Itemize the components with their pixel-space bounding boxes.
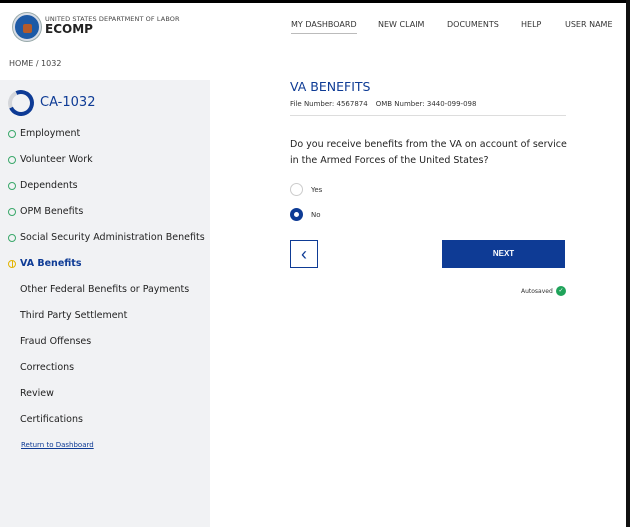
chevron-left-icon: ‹ <box>301 244 307 264</box>
sidebar <box>0 80 210 527</box>
check-circle-icon <box>8 130 16 138</box>
nav-user-name[interactable]: USER NAME <box>565 20 613 29</box>
check-circle-icon <box>8 234 16 242</box>
autosave-status: Autosaved <box>521 288 553 295</box>
sidebar-item-ssa-benefits[interactable]: Social Security Administration Benefits <box>20 232 205 243</box>
window-top-border <box>0 0 630 3</box>
dol-seal-logo[interactable] <box>13 13 41 41</box>
nav-documents[interactable]: DOCUMENTS <box>447 20 499 29</box>
sidebar-item-opm-benefits[interactable]: OPM Benefits <box>20 206 83 217</box>
back-button[interactable]: ‹ <box>290 240 318 268</box>
check-circle-icon <box>8 156 16 164</box>
sidebar-item-certifications[interactable]: Certifications <box>20 414 83 425</box>
nav-new-claim[interactable]: NEW CLAIM <box>378 20 424 29</box>
warning-circle-icon <box>8 260 16 268</box>
breadcrumb: HOME / 1032 <box>9 59 62 68</box>
claim-id: CA-1032 <box>40 95 96 110</box>
sidebar-item-dependents[interactable]: Dependents <box>20 180 78 191</box>
window-right-border <box>626 0 630 527</box>
page-title: VA BENEFITS <box>290 79 371 94</box>
sidebar-item-va-benefits[interactable]: VA Benefits <box>20 258 82 269</box>
radio-yes-label[interactable]: Yes <box>311 186 322 194</box>
check-circle-icon <box>8 208 16 216</box>
sidebar-item-employment[interactable]: Employment <box>20 128 80 139</box>
question-text: Do you receive benefits from the VA on a… <box>290 139 567 166</box>
sidebar-item-third-party-settlement[interactable]: Third Party Settlement <box>20 310 127 321</box>
radio-no[interactable] <box>290 208 303 221</box>
radio-no-label[interactable]: No <box>311 211 321 219</box>
nav-help[interactable]: HELP <box>521 20 541 29</box>
form-meta: File Number: 4567874 OMB Number: 3440-099… <box>290 100 484 108</box>
sidebar-item-review[interactable]: Review <box>20 388 54 399</box>
return-to-dashboard-link[interactable]: Return to Dashboard <box>21 441 94 449</box>
nav-my-dashboard[interactable]: MY DASHBOARD <box>291 20 357 34</box>
sidebar-item-corrections[interactable]: Corrections <box>20 362 74 373</box>
next-button[interactable]: NEXT <box>442 240 565 268</box>
sidebar-item-fraud-offenses[interactable]: Fraud Offenses <box>20 336 91 347</box>
file-number: File Number: 4567874 <box>290 100 368 108</box>
sidebar-item-volunteer-work[interactable]: Volunteer Work <box>20 154 93 165</box>
divider <box>290 115 566 116</box>
app-name: ECOMP <box>45 22 93 36</box>
check-circle-icon <box>8 182 16 190</box>
check-circle-icon: ✓ <box>556 286 566 296</box>
omb-number: OMB Number: 3440-099-098 <box>375 100 477 108</box>
sidebar-item-other-federal-benefits[interactable]: Other Federal Benefits or Payments <box>20 284 189 295</box>
radio-yes[interactable] <box>290 183 303 196</box>
